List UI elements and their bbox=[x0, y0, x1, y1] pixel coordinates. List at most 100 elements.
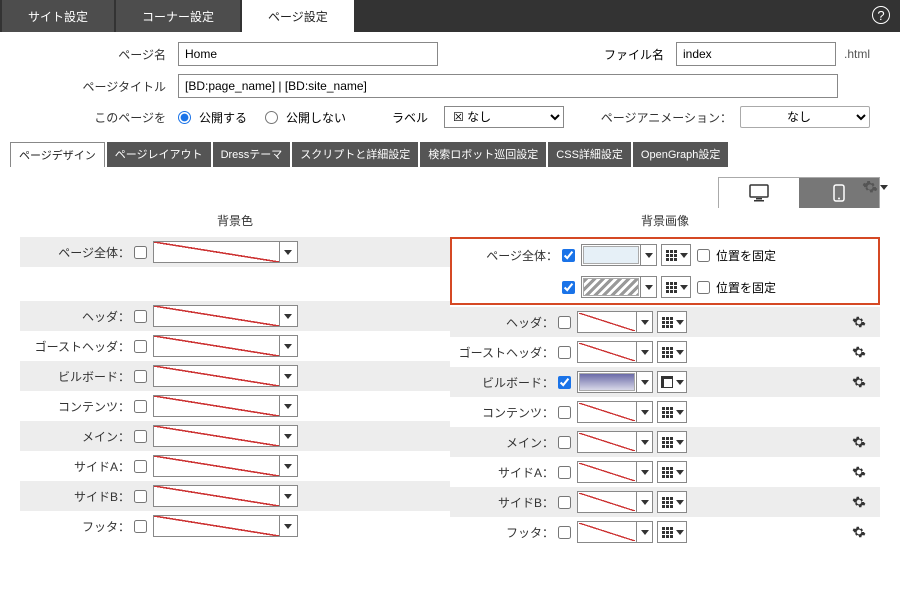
bgimage-header-check[interactable] bbox=[558, 316, 571, 329]
file-name-input[interactable] bbox=[676, 42, 836, 66]
bgimage-whole2-tile[interactable] bbox=[661, 276, 691, 298]
bgcolor-header-swatch[interactable] bbox=[153, 305, 298, 327]
bgimage-ghost-gear[interactable] bbox=[852, 345, 876, 359]
gear-icon bbox=[852, 525, 866, 539]
page-meta-form: ページ名 ファイル名 .html ページタイトル このページを 公開する 公開し… bbox=[0, 32, 900, 142]
bgcolor-column: 背景色 ページ全体： ヘッダ： ゴーストヘッダ： ビルボード： コンテンツ： メ… bbox=[20, 208, 450, 547]
bgimage-main-check[interactable] bbox=[558, 436, 571, 449]
help-icon[interactable]: ? bbox=[872, 6, 890, 24]
bgimage-header-label: ヘッダ： bbox=[454, 314, 558, 331]
bgcolor-sidea-swatch[interactable] bbox=[153, 455, 298, 477]
bgimage-footer-label: フッタ： bbox=[454, 524, 558, 541]
bgcolor-billboard-check[interactable] bbox=[134, 370, 147, 383]
page-title-label: ページタイトル bbox=[30, 78, 170, 95]
bgimage-sideb-check[interactable] bbox=[558, 496, 571, 509]
bgimage-header-gear[interactable] bbox=[852, 315, 876, 329]
bgimage-billboard-gear[interactable] bbox=[852, 375, 876, 389]
tab-page-settings[interactable]: ページ設定 bbox=[242, 0, 354, 32]
bgimage-billboard-tile[interactable] bbox=[657, 371, 687, 393]
bgcolor-main-swatch[interactable] bbox=[153, 425, 298, 447]
bgimage-main-swatch[interactable] bbox=[577, 431, 653, 453]
section-gear-icon[interactable] bbox=[862, 179, 888, 195]
bgcolor-ghost-check[interactable] bbox=[134, 340, 147, 353]
tab-site-settings[interactable]: サイト設定 bbox=[2, 0, 114, 32]
bgimage-whole-fix-check[interactable] bbox=[697, 249, 710, 262]
bgimage-ghost-label: ゴーストヘッダ： bbox=[454, 344, 558, 361]
bgimage-sidea-tile[interactable] bbox=[657, 461, 687, 483]
bgcolor-contents-label: コンテンツ： bbox=[24, 398, 134, 415]
subtab-robot[interactable]: 検索ロボット巡回設定 bbox=[420, 142, 546, 167]
bgimage-main-gear[interactable] bbox=[852, 435, 876, 449]
label-select[interactable]: ☒ なし bbox=[444, 106, 564, 128]
bgimage-main-tile[interactable] bbox=[657, 431, 687, 453]
bgimage-ghost-swatch[interactable] bbox=[577, 341, 653, 363]
bgimage-footer-tile[interactable] bbox=[657, 521, 687, 543]
subtab-css-details[interactable]: CSS詳細設定 bbox=[548, 142, 631, 167]
device-row bbox=[0, 171, 900, 208]
bgimage-footer-check[interactable] bbox=[558, 526, 571, 539]
bgcolor-title: 背景色 bbox=[20, 208, 450, 237]
bgcolor-whole-swatch[interactable] bbox=[153, 241, 298, 263]
bgcolor-sidea-check[interactable] bbox=[134, 460, 147, 473]
page-animation-select[interactable]: なし bbox=[740, 106, 870, 128]
bgcolor-main-check[interactable] bbox=[134, 430, 147, 443]
bgimage-ghost-check[interactable] bbox=[558, 346, 571, 359]
bgimage-sideb-tile[interactable] bbox=[657, 491, 687, 513]
bgimage-header-tile[interactable] bbox=[657, 311, 687, 333]
design-columns: 背景色 ページ全体： ヘッダ： ゴーストヘッダ： ビルボード： コンテンツ： メ… bbox=[0, 208, 900, 547]
bgcolor-sideb-swatch[interactable] bbox=[153, 485, 298, 507]
bgimage-header-swatch[interactable] bbox=[577, 311, 653, 333]
subtab-opengraph[interactable]: OpenGraph設定 bbox=[633, 142, 728, 167]
bgimage-footer-swatch[interactable] bbox=[577, 521, 653, 543]
bgcolor-footer-check[interactable] bbox=[134, 520, 147, 533]
bgimage-footer-gear[interactable] bbox=[852, 525, 876, 539]
bgimage-billboard-check[interactable] bbox=[558, 376, 571, 389]
tile-icon bbox=[661, 526, 673, 538]
subtab-page-design[interactable]: ページデザイン bbox=[10, 142, 105, 167]
bgimage-contents-tile[interactable] bbox=[657, 401, 687, 423]
bgcolor-main-label: メイン： bbox=[24, 428, 134, 445]
bgcolor-sidea-label: サイドA： bbox=[24, 458, 134, 475]
bgcolor-contents-check[interactable] bbox=[134, 400, 147, 413]
bgcolor-billboard-label: ビルボード： bbox=[24, 368, 134, 385]
bgcolor-whole-check[interactable] bbox=[134, 246, 147, 259]
page-animation-label: ページアニメーション： bbox=[601, 109, 732, 126]
bgcolor-footer-swatch[interactable] bbox=[153, 515, 298, 537]
bgimage-billboard-swatch[interactable] bbox=[577, 371, 653, 393]
tab-corner-settings[interactable]: コーナー設定 bbox=[116, 0, 240, 32]
subtab-script-details[interactable]: スクリプトと詳細設定 bbox=[292, 142, 418, 167]
device-tab-desktop[interactable] bbox=[719, 178, 799, 208]
bgcolor-billboard-swatch[interactable] bbox=[153, 365, 298, 387]
gear-icon bbox=[852, 435, 866, 449]
bgimage-sidea-label: サイドA： bbox=[454, 464, 558, 481]
bgimage-sideb-swatch[interactable] bbox=[577, 491, 653, 513]
bgimage-sideb-gear[interactable] bbox=[852, 495, 876, 509]
bgimage-whole2-check[interactable] bbox=[562, 281, 575, 294]
bgimage-contents-check[interactable] bbox=[558, 406, 571, 419]
page-name-input[interactable] bbox=[178, 42, 438, 66]
bgimage-ghost-tile[interactable] bbox=[657, 341, 687, 363]
publish-on-radio[interactable] bbox=[178, 111, 191, 124]
gear-icon bbox=[852, 495, 866, 509]
bgimage-sidea-swatch[interactable] bbox=[577, 461, 653, 483]
tile-icon bbox=[665, 281, 677, 293]
tile-icon bbox=[665, 249, 677, 261]
bgimage-whole-check[interactable] bbox=[562, 249, 575, 262]
bgcolor-header-check[interactable] bbox=[134, 310, 147, 323]
bgimage-whole2-swatch[interactable] bbox=[581, 276, 657, 298]
bgimage-sidea-gear[interactable] bbox=[852, 465, 876, 479]
bgcolor-ghost-swatch[interactable] bbox=[153, 335, 298, 357]
bgcolor-sideb-check[interactable] bbox=[134, 490, 147, 503]
page-title-input[interactable] bbox=[178, 74, 838, 98]
bgimage-whole-swatch[interactable] bbox=[581, 244, 657, 266]
bgimage-whole-tile[interactable] bbox=[661, 244, 691, 266]
bgcolor-contents-swatch[interactable] bbox=[153, 395, 298, 417]
bgimage-whole2-fix-check[interactable] bbox=[697, 281, 710, 294]
subtab-page-layout[interactable]: ページレイアウト bbox=[107, 142, 211, 167]
subtab-dress-theme[interactable]: Dressテーマ bbox=[213, 142, 291, 167]
bgimage-billboard-label: ビルボード： bbox=[454, 374, 558, 391]
publish-off-radio[interactable] bbox=[265, 111, 278, 124]
bgimage-sidea-check[interactable] bbox=[558, 466, 571, 479]
bgimage-contents-swatch[interactable] bbox=[577, 401, 653, 423]
file-ext-label: .html bbox=[844, 47, 870, 61]
